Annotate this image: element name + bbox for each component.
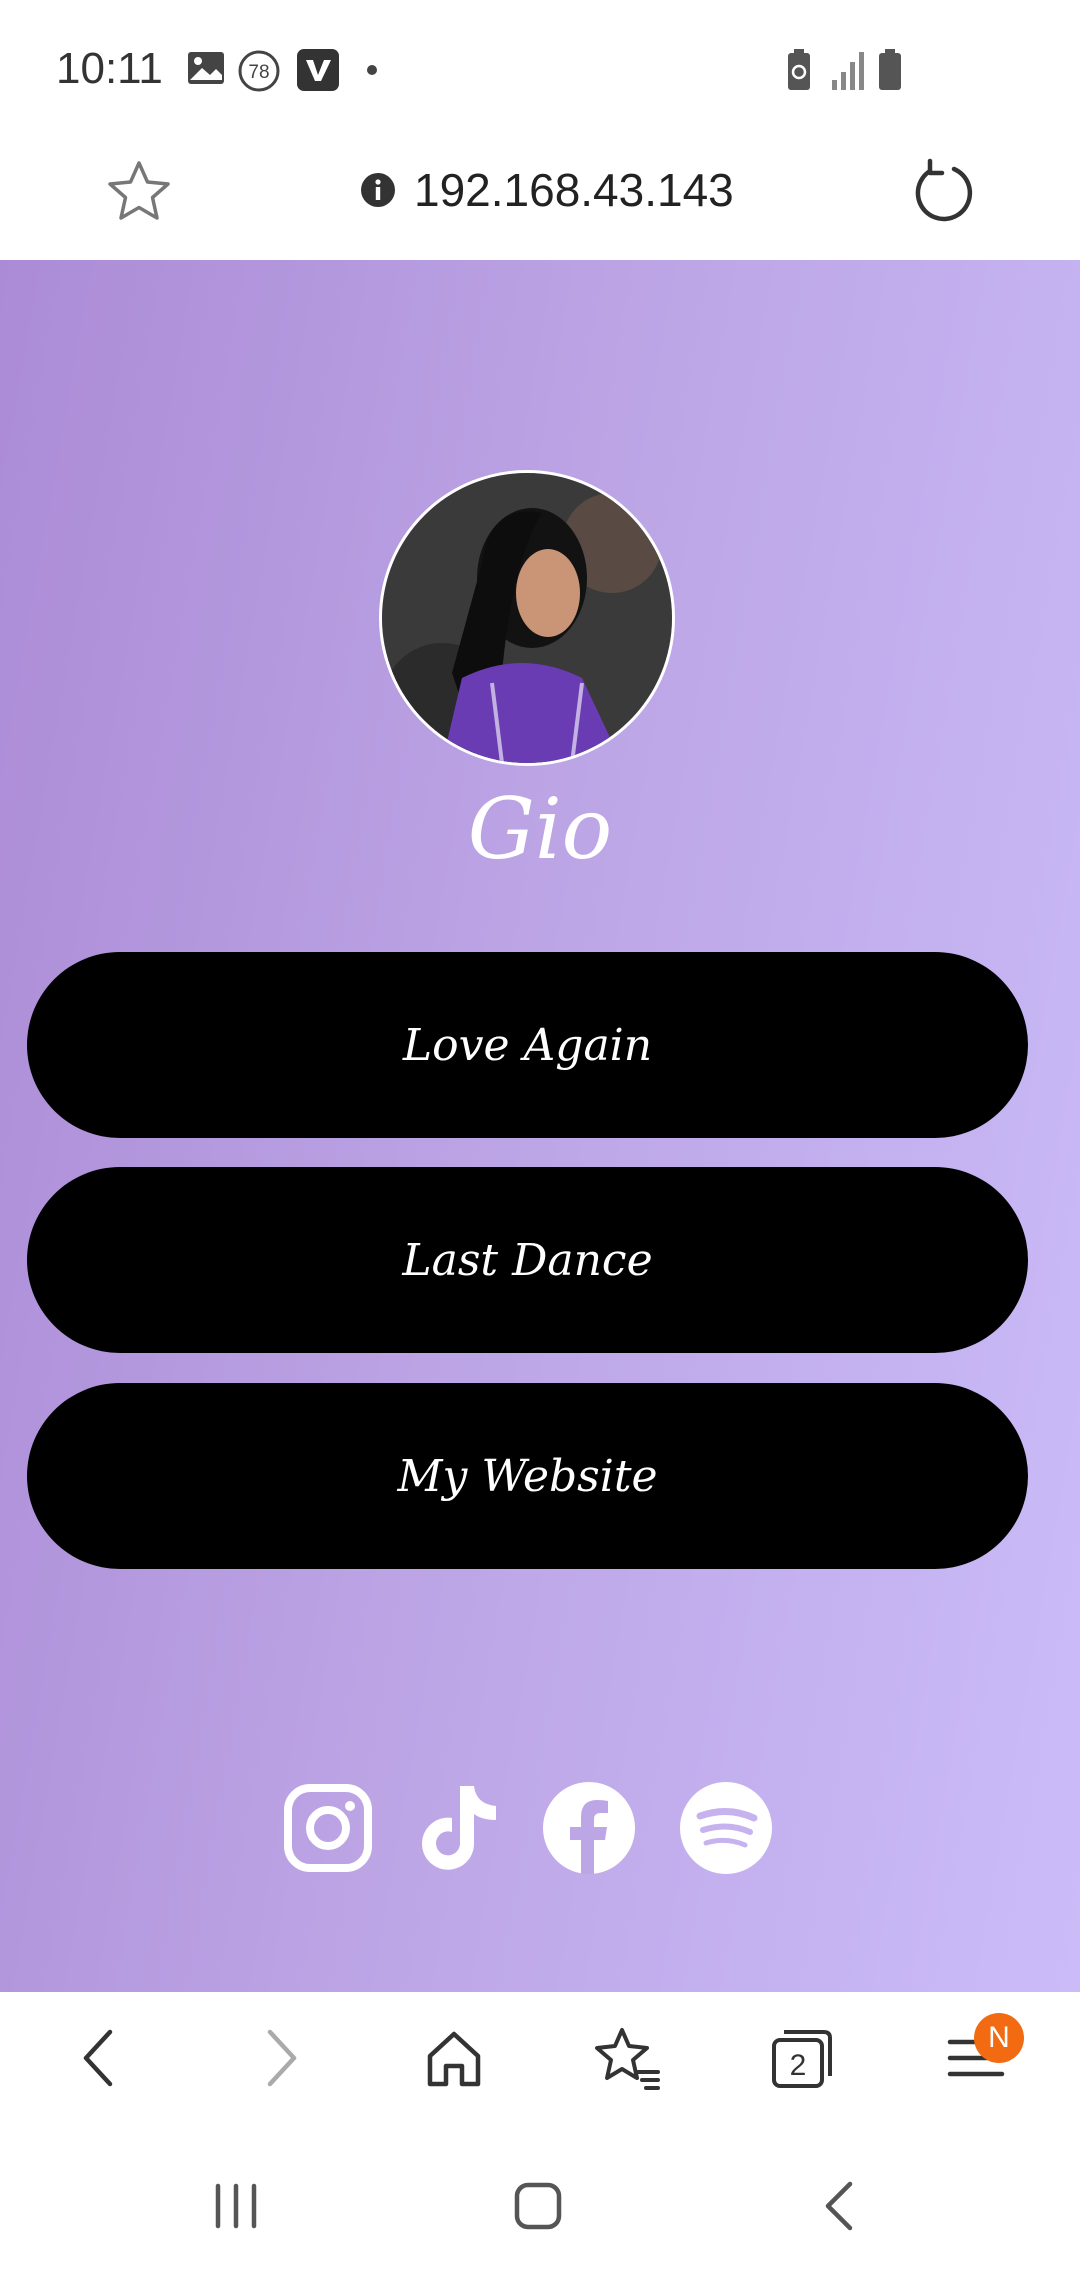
svg-text:78: 78 [248,62,269,83]
battery-icon [879,49,901,90]
browser-bottom-nav: 2 [0,1992,1080,2132]
profile-name: Gio [467,780,613,878]
link-button-label: Love Again [402,1019,653,1071]
dot-icon [367,65,377,75]
info-icon[interactable] [360,172,396,208]
link-button-label: Last Dance [402,1234,653,1286]
back-icon[interactable] [810,2176,870,2236]
status-time: 10:11 [56,44,163,93]
bookmarks-icon[interactable] [592,2022,664,2094]
tiktok-icon[interactable] [408,1780,504,1876]
badge-78-icon: 78 [238,50,280,92]
spotify-icon[interactable] [678,1780,774,1876]
back-icon[interactable] [64,2022,136,2094]
avatar [379,470,675,766]
reload-icon[interactable] [908,157,978,227]
vimeo-icon [297,49,339,91]
recents-icon[interactable] [206,2176,266,2236]
battery-saver-icon [788,49,810,90]
status-bar: 10:11 78 [0,0,1080,140]
url-field[interactable]: 192.168.43.143 [360,160,734,220]
signal-icon [832,52,864,90]
link-button-label: My Website [397,1450,658,1502]
page-content: Gio Love Again Last Dance My Website [0,260,1080,1992]
facebook-icon[interactable] [541,1780,637,1876]
tabs-icon[interactable]: 2 [766,2022,838,2094]
svg-text:2: 2 [790,2049,807,2082]
menu-notification-badge: N [974,2013,1024,2063]
link-button-love-again[interactable]: Love Again [27,952,1028,1138]
link-button-my-website[interactable]: My Website [27,1383,1028,1569]
system-nav-bar [0,2132,1080,2280]
bookmark-star-button[interactable] [104,157,174,227]
home-icon[interactable] [418,2022,490,2094]
image-icon [188,52,224,84]
social-links [0,1780,1080,1880]
link-button-last-dance[interactable]: Last Dance [27,1167,1028,1353]
url-text: 192.168.43.143 [414,164,734,216]
instagram-icon[interactable] [280,1780,376,1876]
home-icon[interactable] [508,2176,568,2236]
forward-icon[interactable] [244,2022,316,2094]
